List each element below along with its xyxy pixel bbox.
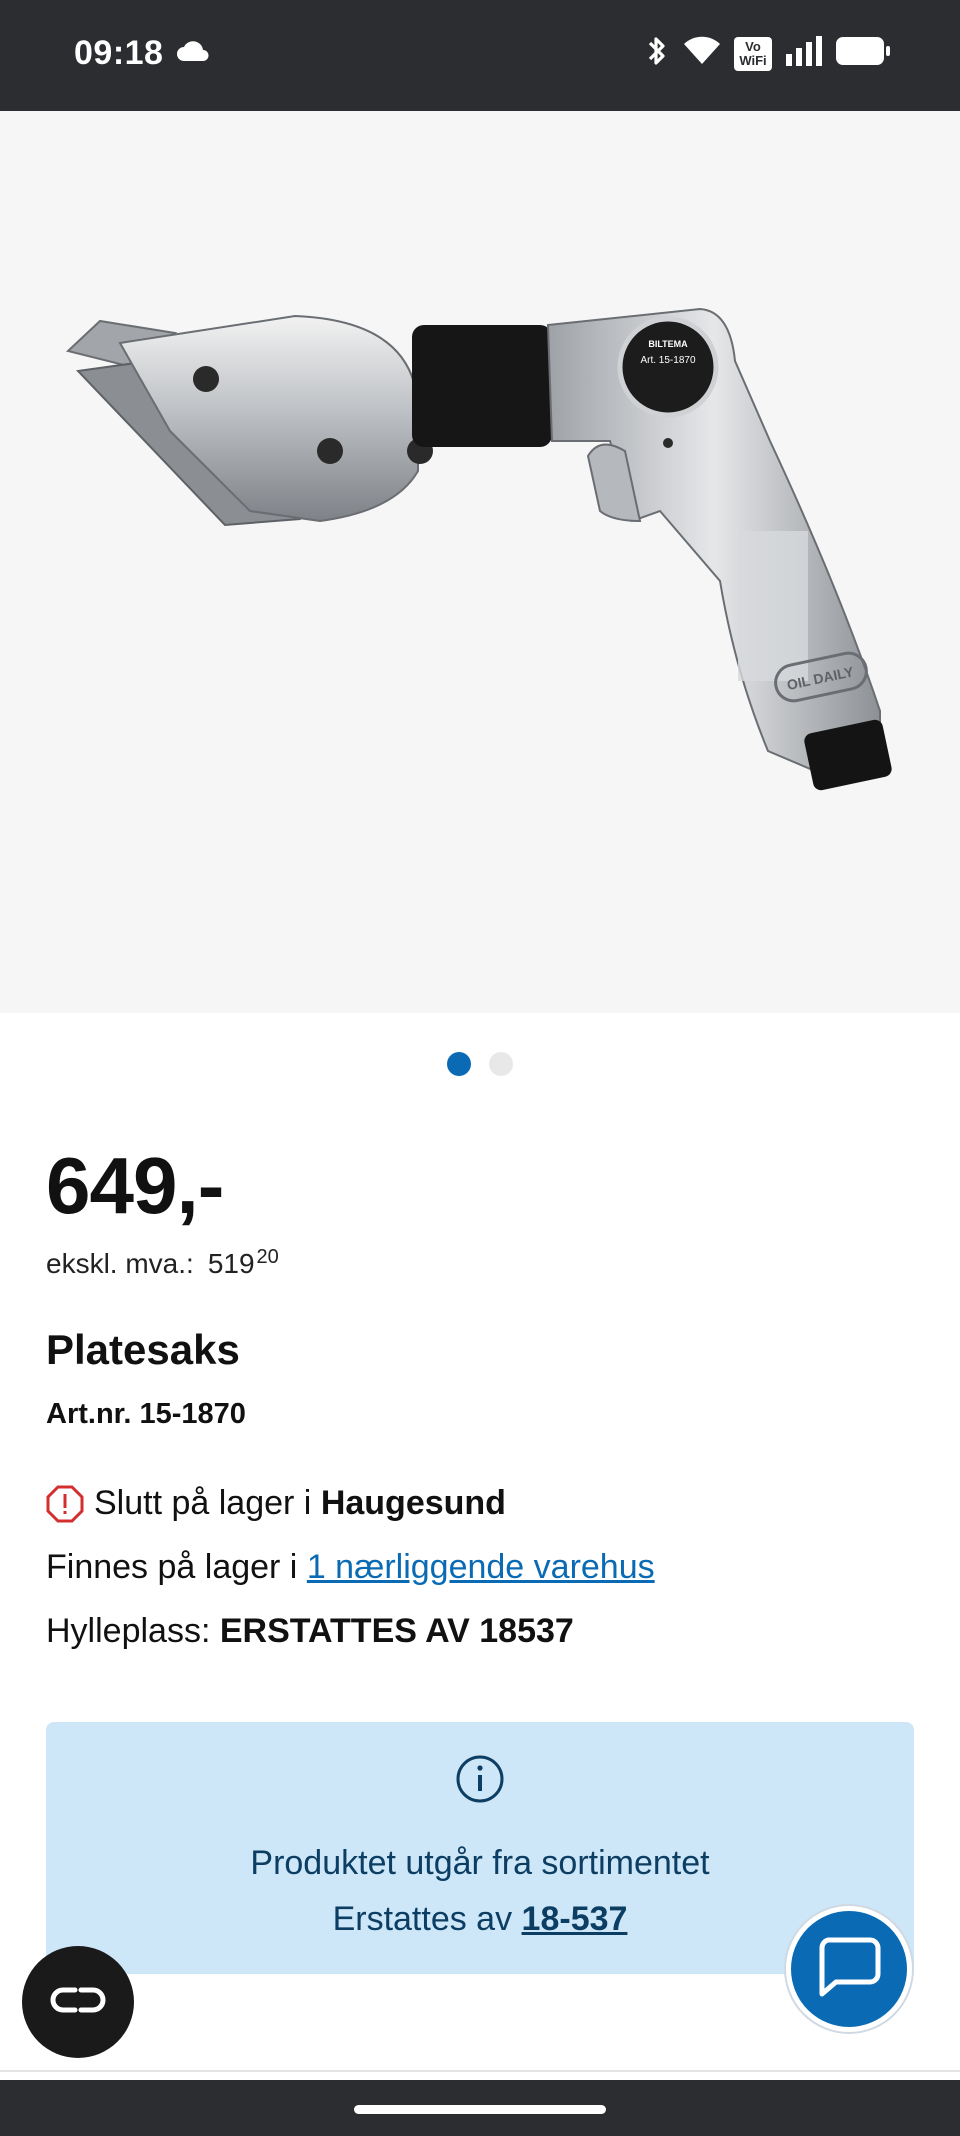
home-indicator[interactable] — [354, 2105, 606, 2114]
wifi-icon — [684, 36, 720, 71]
signal-icon — [786, 36, 822, 71]
carousel-dots — [0, 1052, 960, 1076]
vowifi-icon: Vo WiFi — [734, 36, 772, 71]
link-icon — [48, 1985, 108, 2020]
ex-vat-price: ekskl. mva.: 519 20 — [46, 1246, 279, 1280]
metal-shear-illustration: BILTEMA Art. 15-1870 OIL DAILY — [65, 307, 892, 791]
shelf-location-line: Hylleplass: ERSTATTES AV 18537 — [46, 1612, 574, 1651]
product-price: 649,- — [46, 1141, 224, 1230]
nearby-stores-link[interactable]: 1 nærliggende varehus — [307, 1548, 655, 1587]
bluetooth-icon — [644, 34, 670, 73]
discontinued-notice: Produktet utgår fra sortimentet Erstatte… — [46, 1722, 914, 1974]
info-icon — [455, 1754, 505, 1809]
replacement-line: Erstattes av 18-537 — [46, 1900, 914, 1939]
product-title: Platesaks — [46, 1326, 240, 1373]
status-time: 09:18 — [74, 34, 164, 72]
image-art-label: Art. 15-1870 — [640, 355, 695, 366]
shelf-value: ERSTATTES AV 18537 — [219, 1612, 574, 1650]
nearby-stock-line: Finnes på lager i 1 nærliggende varehus — [46, 1548, 655, 1587]
chat-icon — [814, 1934, 884, 2005]
chat-button[interactable] — [786, 1906, 912, 2032]
shelf-label: Hylleplass: — [46, 1612, 211, 1650]
link-button[interactable] — [22, 1946, 134, 2058]
discontinued-text: Produktet utgår fra sortimentet — [250, 1844, 710, 1882]
out-of-stock-text: Slutt på lager i — [94, 1484, 312, 1522]
replacement-link[interactable]: 18-537 — [522, 1900, 628, 1938]
ex-vat-value: 519 — [207, 1248, 255, 1279]
nearby-stock-text: Finnes på lager i — [46, 1548, 298, 1586]
store-name: Haugesund — [320, 1484, 506, 1522]
carousel-dot-2[interactable] — [489, 1052, 513, 1076]
product-image[interactable]: BILTEMA Art. 15-1870 OIL DAILY — [0, 111, 960, 1013]
article-number: Art.nr. 15-1870 — [46, 1398, 246, 1430]
cloud-icon — [176, 40, 210, 67]
carousel-dot-1[interactable] — [447, 1052, 471, 1076]
image-brand-label: BILTEMA — [648, 339, 688, 349]
battery-icon — [836, 37, 890, 70]
replacement-text: Erstattes av — [332, 1900, 513, 1938]
ex-vat-cents: 20 — [256, 1246, 279, 1268]
status-bar: 09:18 Vo WiFi — [0, 0, 960, 111]
out-of-stock-line: Slutt på lager i Haugesund — [46, 1484, 506, 1523]
divider — [0, 2070, 960, 2072]
warning-icon — [46, 1485, 84, 1523]
ex-vat-label: ekskl. mva.: — [46, 1248, 194, 1279]
